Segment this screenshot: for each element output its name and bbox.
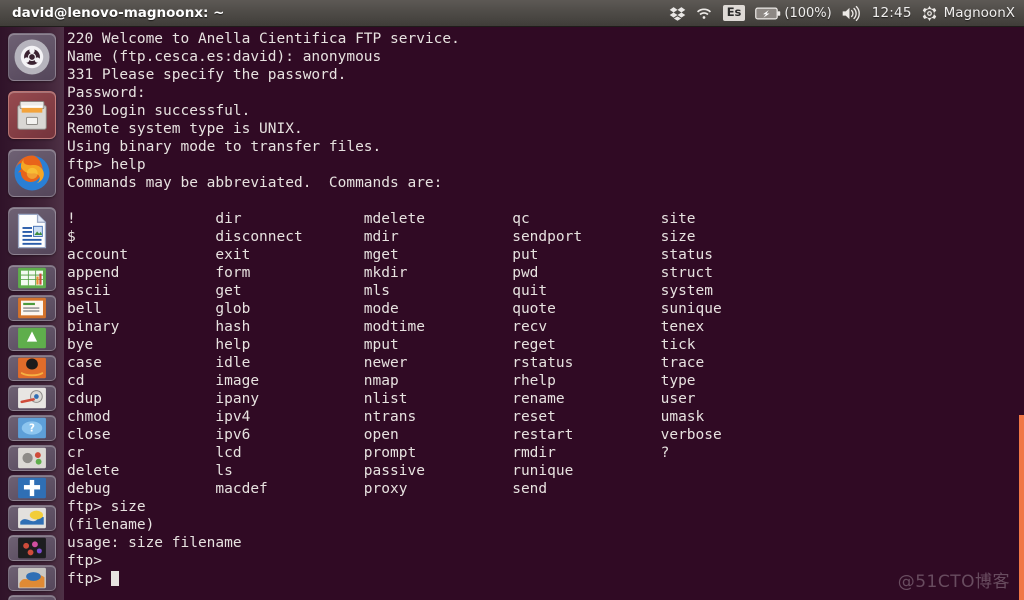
launcher-item-firefox[interactable] [8, 149, 56, 197]
keyboard-layout-label: Es [722, 4, 746, 22]
terminal-command-row-11: chmod ipv4 ntrans reset umask [67, 409, 705, 425]
terminal-command-row-0: ! dir mdelete qc site [67, 211, 696, 227]
top-panel: david@lenovo-magnoonx: ~ Es (100%) 12:45… [0, 0, 1024, 27]
launcher-item-amazon[interactable] [8, 355, 56, 381]
launcher-item-libreoffice-impress[interactable] [8, 295, 56, 321]
terminal-header-line-0: 220 Welcome to Anella Cientifica FTP ser… [67, 31, 460, 47]
terminal-header-line-6: Using binary mode to transfer files. [67, 139, 382, 155]
launcher-item-text-editor[interactable] [8, 475, 56, 501]
launcher-item-libreoffice-calc[interactable] [8, 265, 56, 291]
libreoffice-calc-icon [18, 267, 46, 289]
launcher-item-ubuntu-dash[interactable] [8, 33, 56, 81]
clock-label: 12:45 [871, 5, 912, 21]
terminal-command-row-8: case idle newer rstatus trace [67, 355, 705, 371]
terminal-header-line-4: 230 Login successful. [67, 103, 251, 119]
terminal-footer-line-1: (filename) [67, 517, 155, 533]
terminal-prompt-line: ftp> [67, 570, 722, 588]
terminal-window[interactable]: 220 Welcome to Anella Cientifica FTP ser… [64, 27, 1024, 600]
volume-icon[interactable] [841, 0, 863, 27]
terminal-command-row-2: account exit mget put status [67, 247, 714, 263]
libreoffice-impress-icon [18, 297, 46, 319]
terminal-header-line-3: Password: [67, 85, 146, 101]
gimp-icon [18, 567, 46, 589]
clock[interactable]: 12:45 [872, 0, 912, 27]
terminal-command-row-1: $ disconnect mdir sendport size [67, 229, 696, 245]
system-tray: Es (100%) 12:45 MagnoonX [669, 0, 1024, 27]
amazon-icon [18, 357, 46, 379]
terminal-command-row-4: ascii get mls quit system [67, 283, 714, 299]
terminal-header-line-9 [67, 192, 722, 210]
terminal-header-line-2: 331 Please specify the password. [67, 67, 347, 83]
launcher-item-gimp[interactable] [8, 565, 56, 591]
terminal-cursor [110, 571, 120, 586]
terminal-command-row-7: bye help mput reget tick [67, 337, 696, 353]
terminal-scrollbar[interactable] [1019, 415, 1024, 600]
launcher-item-media-player[interactable] [8, 505, 56, 531]
session-user-label: MagnoonX [943, 5, 1015, 21]
window-title: david@lenovo-magnoonx: ~ [12, 5, 225, 21]
terminal-prompt: ftp> [67, 571, 111, 587]
watermark: @51CTO博客 [897, 572, 1010, 592]
battery-percent-label: (100%) [784, 5, 832, 21]
gear-icon [922, 5, 936, 21]
file-manager-icon [17, 101, 47, 130]
wifi-icon[interactable] [695, 0, 713, 27]
launcher-item-ubuntu-software[interactable] [8, 325, 56, 351]
disk-icon [18, 447, 46, 469]
battery-indicator[interactable]: (100%) [755, 0, 832, 27]
terminal-command-row-13: cr lcd prompt rmdir ? [67, 445, 670, 461]
terminal-command-row-5: bell glob mode quote sunique [67, 301, 722, 317]
libreoffice-writer-icon [17, 213, 47, 249]
terminal-footer-line-0: ftp> size [67, 499, 146, 515]
terminal-footer-line-3: ftp> [67, 553, 102, 569]
terminal-command-row-6: binary hash modtime recv tenex [67, 319, 705, 335]
terminal-header-line-5: Remote system type is UNIX. [67, 121, 303, 137]
text-editor-icon [18, 477, 46, 499]
terminal-command-row-10: cdup ipany nlist rename user [67, 391, 696, 407]
help-icon: ? [18, 417, 46, 439]
launcher-item-trash[interactable] [8, 595, 56, 600]
terminal-header-line-7: ftp> help [67, 157, 146, 173]
keyboard-layout-indicator[interactable]: Es [722, 0, 747, 27]
image-viewer-icon [18, 537, 46, 559]
terminal-command-row-3: append form mkdir pwd struct [67, 265, 714, 281]
ubuntu-dash-icon [14, 39, 50, 75]
svg-text:?: ? [29, 423, 35, 435]
desktop-screen: david@lenovo-magnoonx: ~ Es (100%) 12:45… [0, 0, 1024, 600]
terminal-command-row-9: cd image nmap rhelp type [67, 373, 696, 389]
launcher-item-image-viewer[interactable] [8, 535, 56, 561]
launcher-item-files[interactable] [8, 91, 56, 139]
launcher-item-system-settings[interactable] [8, 385, 56, 411]
terminal-output: 220 Welcome to Anella Cientifica FTP ser… [67, 30, 722, 588]
terminal-header-line-1: Name (ftp.cesca.es:david): anonymous [67, 49, 382, 65]
dropbox-icon[interactable] [669, 0, 686, 27]
unity-launcher: ? [0, 27, 64, 600]
terminal-header-line-8: Commands may be abbreviated. Commands ar… [67, 175, 443, 191]
terminal-command-row-15: debug macdef proxy send [67, 481, 548, 497]
media-player-icon [18, 507, 46, 529]
launcher-item-disk-usage[interactable] [8, 445, 56, 471]
terminal-command-row-14: delete ls passive runique [67, 463, 574, 479]
terminal-footer-line-2: usage: size filename [67, 535, 242, 551]
launcher-item-libreoffice-writer[interactable] [8, 207, 56, 255]
launcher-item-help[interactable]: ? [8, 415, 56, 441]
system-settings-icon [18, 387, 46, 409]
terminal-command-row-12: close ipv6 open restart verbose [67, 427, 722, 443]
firefox-icon [14, 155, 50, 191]
session-menu[interactable]: MagnoonX [921, 0, 1015, 27]
software-center-icon [18, 327, 46, 349]
